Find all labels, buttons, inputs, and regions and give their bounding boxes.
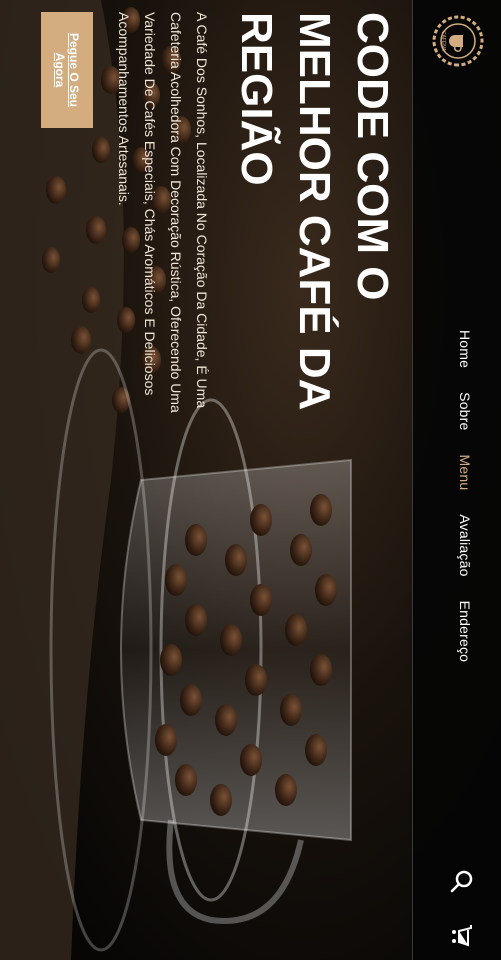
nav-endereco[interactable]: Endereço [457, 601, 473, 663]
hero-description: A Café Dos Sonhos, Localizada No Coração… [116, 12, 210, 413]
main-nav: Home Sobre Menu Avaliação Endereço [457, 330, 473, 662]
svg-text:CAFÉNA: CAFÉNA [440, 31, 447, 52]
pegue-o-seu-agora-button[interactable]: Pegue O Seu Agora [41, 12, 93, 128]
hero-title: CODE COM O MELHOR CAFÉ DA REGIÃO [232, 12, 397, 409]
nav-avaliacao[interactable]: Avaliação [457, 514, 473, 576]
search-icon[interactable] [449, 868, 475, 894]
page: CAFÉNA Home Sobre Menu Avaliação Endereç… [0, 0, 501, 960]
hero-section: CODE COM O MELHOR CAFÉ DA REGIÃO A Café … [41, 12, 401, 432]
nav-sobre[interactable]: Sobre [457, 392, 473, 430]
site-header: CAFÉNA Home Sobre Menu Avaliação Endereç… [412, 0, 501, 960]
nav-menu[interactable]: Menu [457, 455, 473, 491]
header-icons [449, 868, 475, 948]
nav-home[interactable]: Home [457, 330, 473, 368]
cart-icon[interactable] [449, 922, 475, 948]
cafena-logo[interactable]: CAFÉNA [427, 10, 489, 72]
